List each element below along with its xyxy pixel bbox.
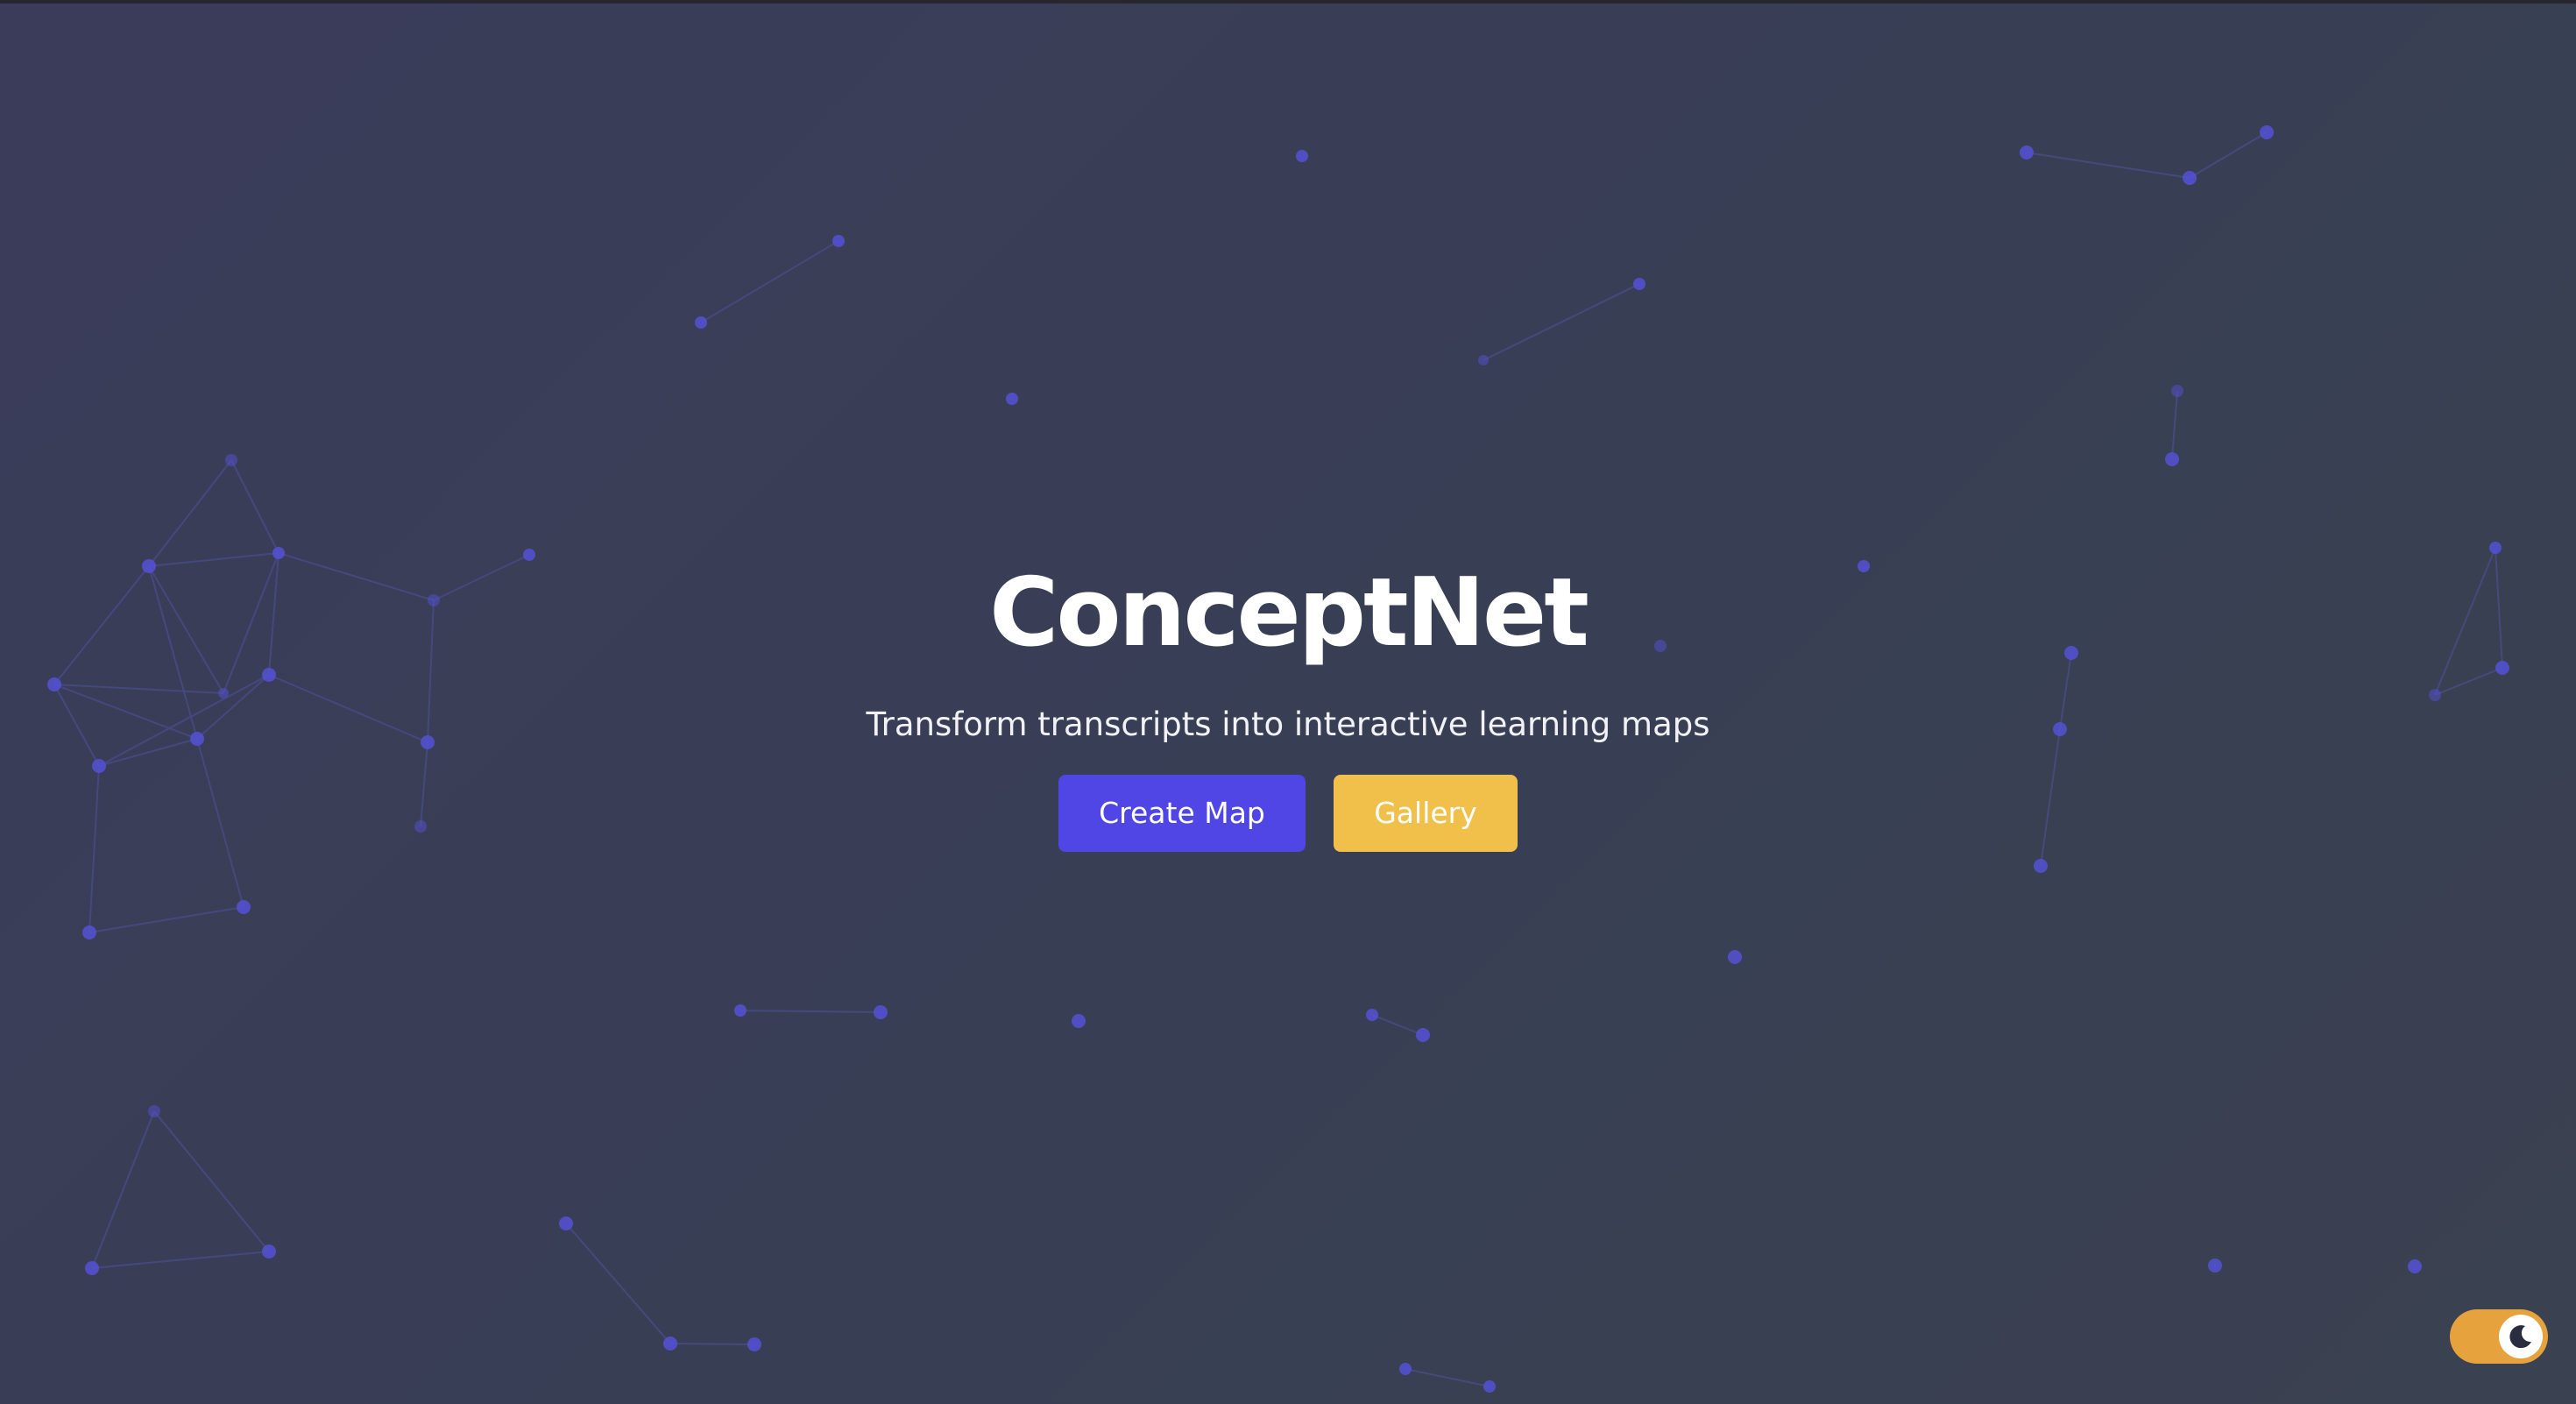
toggle-knob	[2499, 1315, 2543, 1358]
app-tagline: Transform transcripts into interactive l…	[866, 706, 1710, 743]
moon-icon	[2509, 1325, 2531, 1349]
landing-page: ConceptNet Transform transcripts into in…	[0, 0, 2576, 1404]
theme-toggle[interactable]	[2450, 1309, 2548, 1364]
gallery-button[interactable]: Gallery	[1334, 775, 1518, 852]
app-title: ConceptNet	[989, 558, 1589, 668]
create-map-button[interactable]: Create Map	[1058, 775, 1306, 852]
